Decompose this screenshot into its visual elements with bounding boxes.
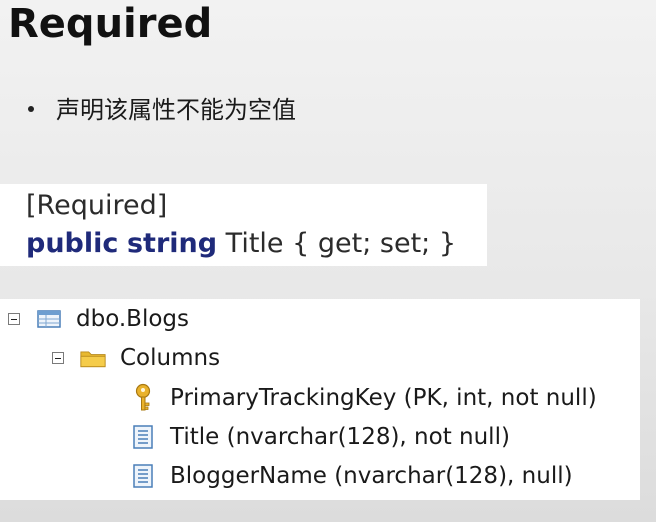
column-icon — [130, 464, 156, 488]
code-property-rest: Title { get; set; } — [217, 228, 457, 259]
column-icon — [130, 425, 156, 449]
tree-node-column-label: BloggerName (nvarchar(128), null) — [170, 463, 573, 489]
tree-node-column-bloggername[interactable]: BloggerName (nvarchar(128), null) — [130, 459, 573, 493]
collapse-toggle-columns[interactable] — [52, 352, 64, 364]
code-snippet: [Required] public string Title { get; se… — [0, 184, 487, 266]
tree-node-table[interactable]: dbo.Blogs — [8, 302, 189, 336]
code-property-line: public string Title { get; set; } — [26, 226, 456, 262]
code-keyword-public: public — [26, 228, 119, 259]
code-keyword-string: string — [126, 228, 218, 259]
tree-node-column-label: PrimaryTrackingKey (PK, int, not null) — [170, 385, 597, 411]
slide-title: Required — [8, 1, 213, 47]
collapse-toggle-table[interactable] — [8, 313, 20, 325]
tree-node-column-title[interactable]: Title (nvarchar(128), not null) — [130, 420, 510, 454]
key-icon — [130, 383, 156, 411]
tree-node-column-primary-key[interactable]: PrimaryTrackingKey (PK, int, not null) — [130, 381, 597, 415]
object-explorer-tree: dbo.Blogs Columns PrimaryTrackingKey (PK… — [0, 299, 640, 500]
tree-node-column-label: Title (nvarchar(128), not null) — [170, 424, 510, 450]
table-icon — [36, 308, 62, 330]
tree-node-columns-folder[interactable]: Columns — [52, 341, 220, 375]
bullet-text: 声明该属性不能为空值 — [56, 96, 296, 124]
bullet-item: 声明该属性不能为空值 — [28, 90, 296, 125]
folder-icon — [80, 347, 106, 369]
bullet-icon — [28, 105, 34, 112]
code-attribute-line: [Required] — [26, 190, 168, 221]
tree-node-columns-label: Columns — [120, 345, 221, 371]
tree-node-table-label: dbo.Blogs — [76, 306, 190, 332]
